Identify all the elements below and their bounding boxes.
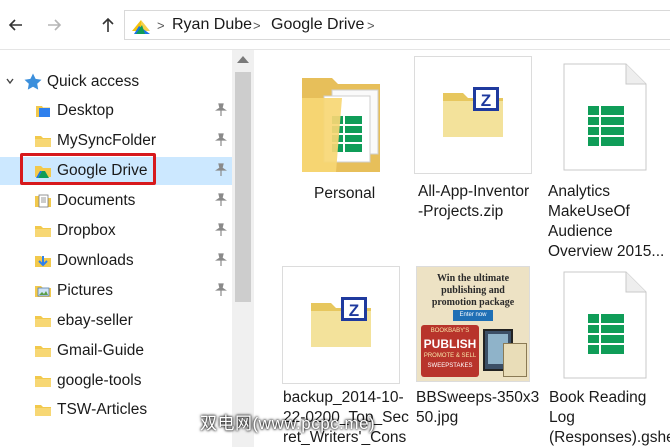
file-tile-book-reading-log-sheet[interactable]: Book Reading Log (Responses).gshe bbox=[548, 266, 670, 446]
promo-badge-sub: PROMOTE & SELL bbox=[423, 353, 477, 359]
forward-arrow-icon bbox=[48, 19, 62, 31]
folder-icon bbox=[35, 226, 51, 237]
folder-icon bbox=[35, 136, 51, 147]
file-name: Analytics bbox=[548, 183, 611, 200]
sidebar-item-google-tools[interactable]: google-tools bbox=[0, 367, 232, 395]
promo-badge-mid: PUBLISH bbox=[423, 337, 477, 351]
file-name: Personal bbox=[314, 185, 376, 202]
spreadsheet-icon bbox=[563, 63, 647, 171]
file-tile-bbsweeps-image[interactable]: Win the ultimate publishing and promotio… bbox=[416, 266, 540, 446]
address-toolbar: > Ryan Dube > Google Drive > bbox=[0, 0, 670, 50]
promo-headline: Win the ultimate publishing and promotio… bbox=[431, 273, 515, 308]
scroll-thumb[interactable] bbox=[235, 72, 251, 302]
sidebar-item-tsw-articles[interactable]: TSW-Articles bbox=[0, 396, 232, 424]
file-view: Personal Z All-App-Inventor -Projects.zi… bbox=[256, 50, 670, 447]
sidebar-item-label: google-tools bbox=[57, 372, 142, 389]
back-button[interactable] bbox=[4, 12, 28, 38]
file-tile-analytics-sheet[interactable]: Analytics MakeUseOf Audience Overview 20… bbox=[548, 56, 670, 266]
breadcrumb-dropdown-icon[interactable]: > bbox=[367, 18, 375, 33]
file-name: Audience bbox=[548, 223, 613, 240]
address-bar[interactable]: > Ryan Dube > Google Drive > bbox=[124, 10, 670, 40]
folder-icon bbox=[35, 376, 51, 387]
sidebar-item-label: Gmail-Guide bbox=[57, 342, 144, 359]
documents-icon bbox=[35, 194, 51, 208]
expand-chevron-icon[interactable] bbox=[5, 76, 15, 86]
sidebar-item-desktop[interactable]: Desktop bbox=[0, 97, 232, 125]
folder-icon bbox=[35, 405, 51, 416]
pin-icon[interactable] bbox=[214, 283, 228, 297]
sidebar-item-pictures[interactable]: Pictures bbox=[0, 277, 232, 305]
sidebar-item-label: Pictures bbox=[57, 282, 113, 299]
pin-icon[interactable] bbox=[214, 193, 228, 207]
pin-icon[interactable] bbox=[214, 253, 228, 267]
sidebar-item-label: TSW-Articles bbox=[57, 401, 148, 418]
pin-icon[interactable] bbox=[214, 103, 228, 117]
navigation-pane: Quick access Desktop MySyncFolder Google… bbox=[0, 50, 232, 447]
scroll-up-arrow-icon[interactable] bbox=[237, 56, 249, 63]
google-drive-icon bbox=[132, 20, 150, 34]
sidebar-item-documents[interactable]: Documents bbox=[0, 187, 232, 215]
watermark: 双电网(www.pcpc.me) bbox=[200, 414, 376, 433]
file-tile-all-app-inventor-zip[interactable]: Z All-App-Inventor -Projects.zip bbox=[414, 56, 534, 246]
desktop-icon bbox=[36, 106, 50, 117]
promo-badge: BOOKBABY'S PUBLISH PROMOTE & SELL SWEEPS… bbox=[421, 325, 479, 377]
sidebar-item-gmail-guide[interactable]: Gmail-Guide bbox=[0, 337, 232, 365]
highlight-box bbox=[20, 153, 156, 185]
pin-icon[interactable] bbox=[214, 223, 228, 237]
sidebar-item-downloads[interactable]: Downloads bbox=[0, 247, 232, 275]
back-arrow-icon bbox=[8, 19, 22, 31]
svg-text:Z: Z bbox=[481, 91, 491, 110]
sidebar-item-label: Downloads bbox=[57, 252, 134, 269]
sidebar-item-mysyncfolder[interactable]: MySyncFolder bbox=[0, 127, 232, 155]
file-name: Overview 2015... bbox=[548, 243, 665, 260]
sidebar-item-label: Desktop bbox=[57, 102, 114, 119]
file-name: -Projects.zip bbox=[418, 203, 504, 220]
file-name: Log bbox=[549, 409, 575, 426]
up-arrow-icon bbox=[102, 17, 114, 32]
sidebar-item-label: Documents bbox=[57, 192, 136, 209]
breadcrumb-google-drive[interactable]: Google Drive bbox=[271, 16, 364, 34]
nav-quick-access[interactable]: Quick access bbox=[0, 68, 232, 96]
breadcrumb-separator-icon: > bbox=[253, 18, 261, 33]
zip-archive-icon: Z bbox=[443, 87, 503, 137]
file-name: BBSweeps-350x3 bbox=[416, 389, 540, 406]
star-icon bbox=[24, 73, 42, 90]
spreadsheet-icon bbox=[563, 271, 647, 379]
quick-access-label: Quick access bbox=[47, 73, 140, 90]
breadcrumb-separator-icon: > bbox=[157, 18, 165, 33]
folder-icon bbox=[35, 346, 51, 357]
pin-icon[interactable] bbox=[214, 163, 228, 177]
zip-archive-icon: Z bbox=[311, 297, 371, 347]
sidebar-item-ebay-seller[interactable]: ebay-seller bbox=[0, 307, 232, 335]
file-name: 50.jpg bbox=[416, 409, 459, 426]
file-name: All-App-Inventor bbox=[418, 183, 530, 200]
downloads-icon bbox=[35, 256, 51, 267]
image-thumbnail: Win the ultimate publishing and promotio… bbox=[416, 266, 530, 382]
folder-icon bbox=[302, 78, 380, 172]
file-name: backup_2014-10- bbox=[283, 389, 404, 406]
file-name: MakeUseOf bbox=[548, 203, 630, 220]
pictures-icon bbox=[35, 286, 51, 297]
file-name: (Responses).gshe bbox=[549, 429, 670, 446]
file-thumbnail: Z bbox=[282, 266, 400, 384]
promo-badge-top: BOOKBABY'S bbox=[430, 328, 470, 334]
file-name: Book Reading bbox=[549, 389, 647, 406]
sidebar-item-dropbox[interactable]: Dropbox bbox=[0, 217, 232, 245]
pin-icon[interactable] bbox=[214, 133, 228, 147]
promo-badge-bottom: SWEEPSTAKES bbox=[427, 363, 473, 369]
up-button[interactable] bbox=[96, 12, 120, 38]
svg-text:Z: Z bbox=[349, 301, 359, 320]
forward-button[interactable] bbox=[42, 12, 66, 38]
file-tile-personal[interactable]: Personal bbox=[282, 58, 402, 248]
folder-icon bbox=[35, 316, 51, 327]
sidebar-item-label: MySyncFolder bbox=[57, 132, 157, 149]
promo-button: Enter now bbox=[453, 310, 493, 321]
sidebar-item-label: Dropbox bbox=[57, 222, 116, 239]
sidebar-item-label: ebay-seller bbox=[57, 312, 133, 329]
breadcrumb-ryan-dube[interactable]: Ryan Dube bbox=[172, 16, 252, 34]
file-thumbnail: Z bbox=[414, 56, 532, 174]
nav-scrollbar[interactable] bbox=[232, 50, 254, 447]
promo-book bbox=[503, 343, 527, 377]
